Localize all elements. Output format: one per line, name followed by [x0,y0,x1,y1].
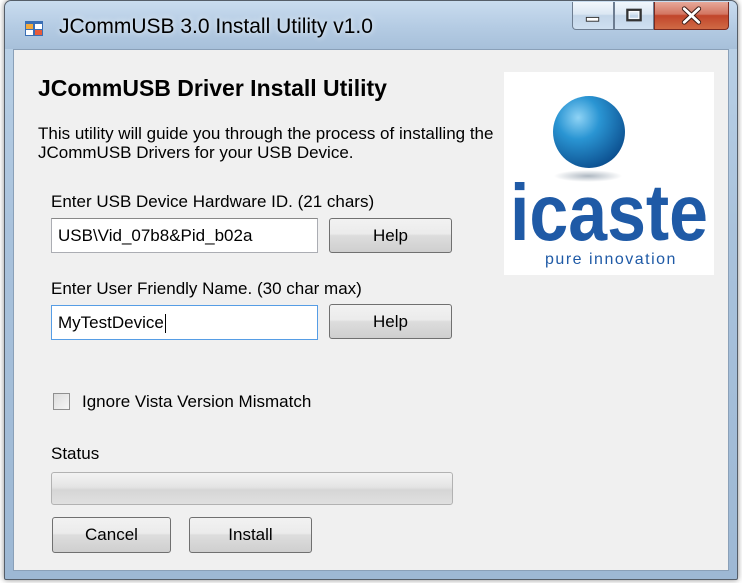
text-caret [164,314,166,334]
hardware-id-help-button[interactable]: Help [329,218,452,253]
friendly-name-value: MyTestDevice [58,313,164,332]
status-progress-bar [51,472,453,505]
maximize-icon [626,8,642,22]
friendly-name-help-button[interactable]: Help [329,304,452,339]
close-icon [681,6,702,25]
maximize-button[interactable] [614,2,654,30]
ignore-mismatch-label[interactable]: Ignore Vista Version Mismatch [82,392,311,412]
logo-wordmark: icaste [510,168,708,257]
icaste-logo: icaste pure innovation [504,72,714,275]
close-button[interactable] [654,2,729,30]
hardware-id-input[interactable]: USB\Vid_07b8&Pid_b02a [51,218,318,253]
title-bar[interactable]: JCommUSB 3.0 Install Utility v1.0 [5,1,737,49]
icaste-logo-graphic: icaste pure innovation [510,96,708,268]
cancel-button[interactable]: Cancel [52,517,171,553]
logo-tagline: pure innovation [545,251,677,268]
friendly-name-input[interactable]: MyTestDevice [51,305,318,340]
hardware-id-label: Enter USB Device Hardware ID. (21 chars) [51,192,375,211]
friendly-name-label: Enter User Friendly Name. (30 char max) [51,279,362,298]
window-title: JCommUSB 3.0 Install Utility v1.0 [59,15,373,38]
status-label: Status [51,444,100,463]
install-button[interactable]: Install [189,517,312,553]
description-text: This utility will guide you through the … [38,124,494,162]
page-heading: JCommUSB Driver Install Utility [38,75,387,101]
minimize-button[interactable] [572,2,614,30]
blue-sphere-icon [553,96,625,168]
ignore-mismatch-checkbox[interactable] [53,393,70,410]
app-window-icon [25,21,43,36]
minimize-icon [585,16,600,22]
